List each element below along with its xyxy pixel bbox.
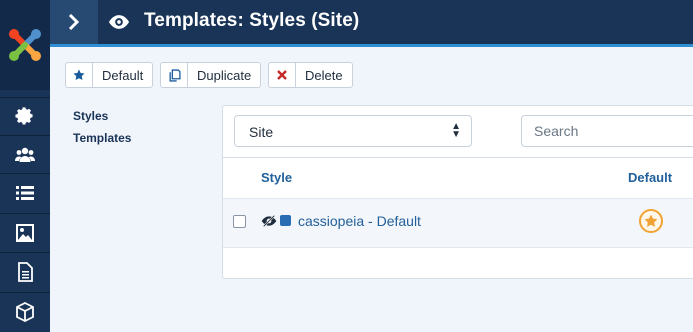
sidebar-toggle-button[interactable] (50, 0, 98, 44)
submenu-templates-link[interactable]: Templates (73, 131, 131, 145)
eye-icon (108, 15, 130, 29)
panel-divider (223, 157, 693, 158)
edit-icon[interactable] (280, 215, 291, 226)
file-icon (18, 262, 33, 282)
articles-menu-button[interactable] (0, 252, 50, 291)
star-icon (66, 63, 93, 87)
default-button[interactable]: Default (65, 62, 154, 88)
row-checkbox[interactable] (233, 215, 246, 228)
column-header-style[interactable]: Style (261, 170, 292, 185)
list-icon (16, 186, 34, 200)
sidebar (0, 0, 50, 332)
users-menu-button[interactable] (0, 135, 50, 174)
chevron-right-icon (68, 14, 80, 30)
extensions-menu-button[interactable] (0, 292, 50, 331)
delete-button-label: Delete (305, 67, 343, 83)
duplicate-button-label: Duplicate (197, 67, 252, 83)
default-button-label: Default (102, 67, 144, 83)
media-menu-button[interactable] (0, 213, 50, 252)
joomla-logo[interactable] (0, 0, 50, 90)
style-name-link[interactable]: cassiopeia - Default (298, 213, 421, 229)
delete-button[interactable]: Delete (268, 62, 353, 88)
content-menu-button[interactable] (0, 173, 50, 212)
search-input[interactable] (521, 115, 693, 147)
joomla-logo-icon (9, 29, 41, 61)
eye-slash-icon (261, 214, 277, 228)
page-title: Templates: Styles (Site) (144, 10, 360, 31)
table-row (223, 198, 693, 248)
times-icon (269, 63, 296, 87)
duplicate-button[interactable]: Duplicate (160, 62, 262, 88)
client-select-value: Site (249, 124, 274, 140)
star-icon (644, 214, 658, 227)
system-menu-button[interactable] (0, 97, 50, 136)
submenu-styles-link[interactable]: Styles (73, 109, 108, 123)
copy-icon (161, 63, 188, 87)
gear-icon (15, 107, 33, 125)
cube-icon (16, 302, 34, 322)
default-star-button[interactable] (639, 209, 663, 233)
column-header-default[interactable]: Default (628, 170, 672, 185)
image-icon (16, 224, 34, 242)
users-icon (15, 147, 35, 162)
client-select[interactable]: Site ▲ ▼ (234, 115, 472, 147)
select-caret-icon: ▲ ▼ (451, 121, 461, 140)
header-bar: Templates: Styles (Site) (50, 0, 693, 47)
